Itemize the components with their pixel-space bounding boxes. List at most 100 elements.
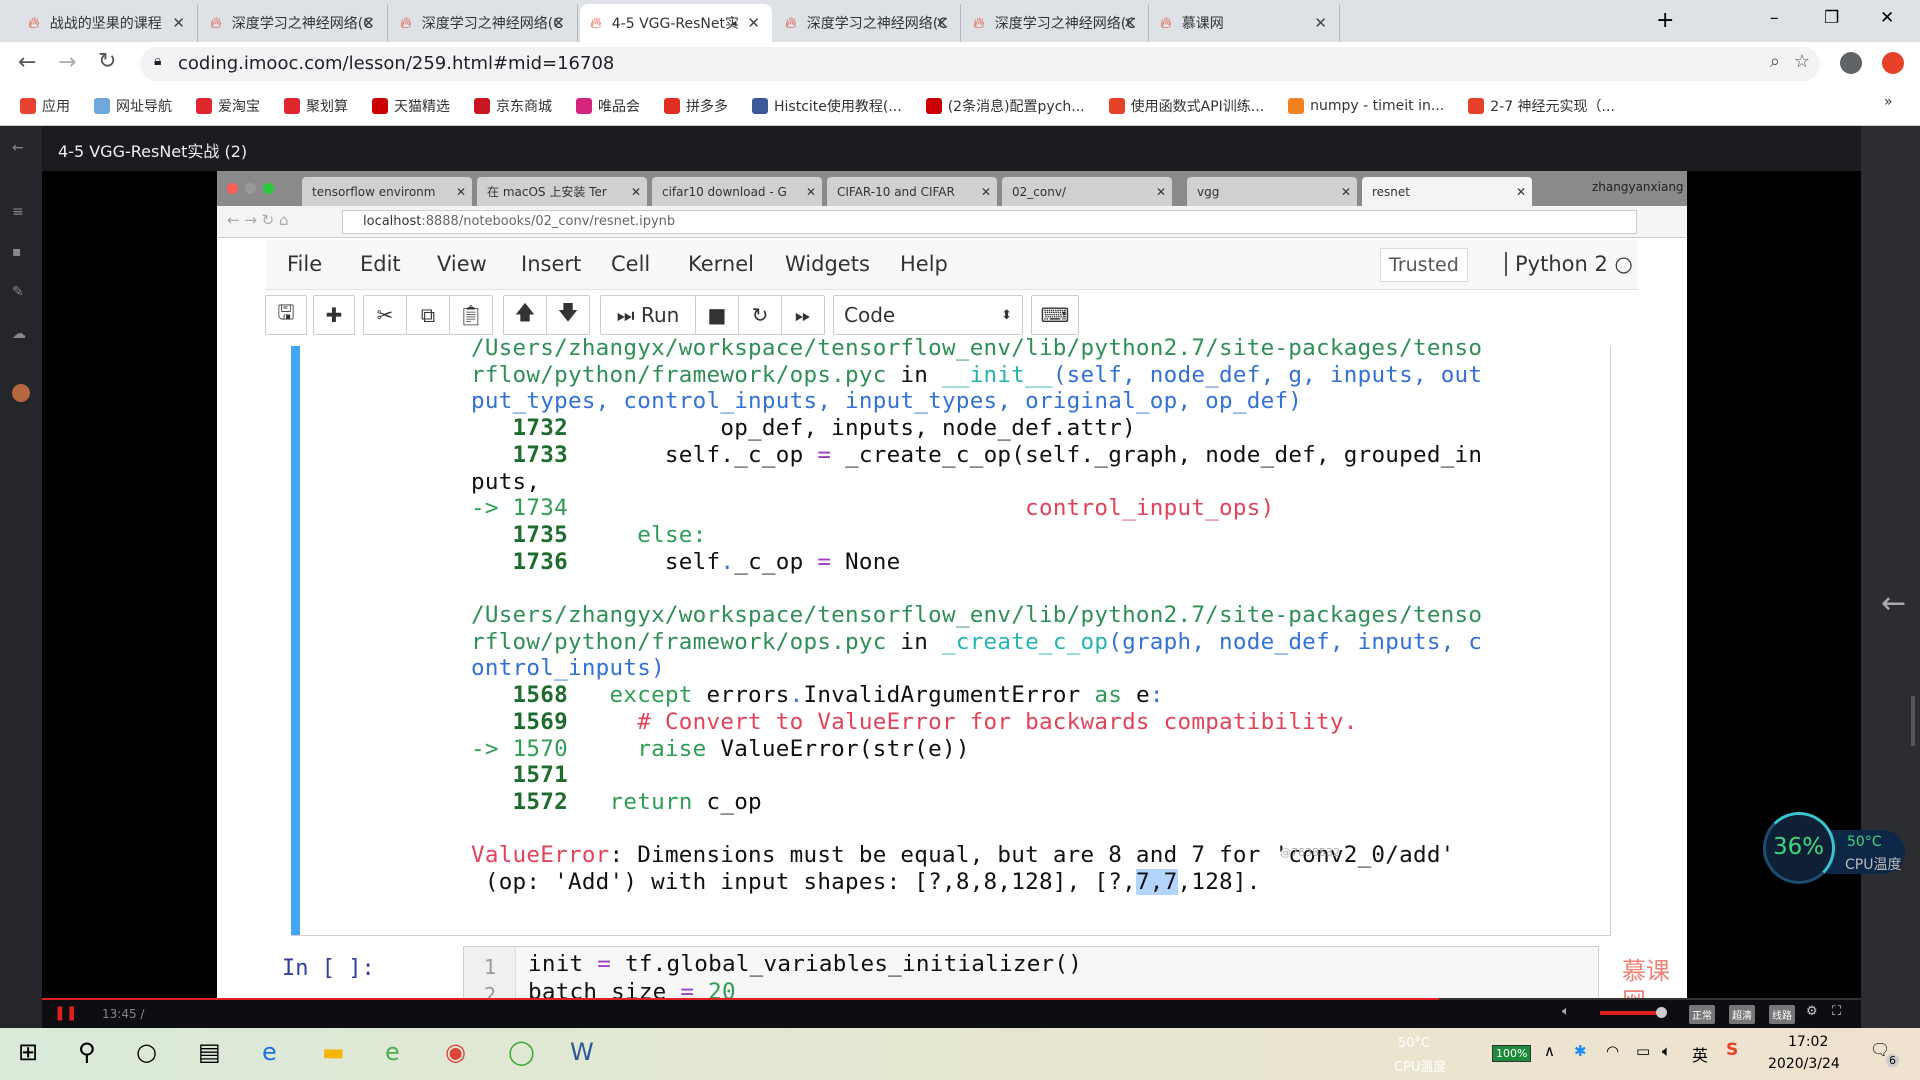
- app-ring-icon[interactable]: ◯: [508, 1038, 535, 1066]
- code-cell-input[interactable]: 1 2 init = tf.global_variables_initializer…: [463, 946, 1599, 998]
- video-control-button[interactable]: 超清: [1729, 1005, 1755, 1024]
- volume-handle[interactable]: [1656, 1007, 1667, 1018]
- forward-icon[interactable]: →: [58, 50, 76, 75]
- restore-button[interactable]: ❐: [1824, 8, 1839, 28]
- bookmark-item[interactable]: 唯品会: [576, 96, 640, 116]
- menu-edit[interactable]: Edit: [360, 252, 401, 276]
- menu-insert[interactable]: Insert: [521, 252, 581, 276]
- battery-indicator[interactable]: 100%: [1492, 1045, 1532, 1062]
- interrupt-button[interactable]: ■: [695, 295, 739, 335]
- close-tab-icon[interactable]: ✕: [1123, 14, 1136, 32]
- url-input[interactable]: 🔒︎ coding.imooc.com/lesson/259.html#mid=…: [140, 47, 1820, 81]
- expand-arrow-icon[interactable]: ←: [1881, 586, 1906, 621]
- bookmark-item[interactable]: 使用函数式API训练...: [1108, 96, 1264, 116]
- bookmark-item[interactable]: 爱淘宝: [196, 96, 260, 116]
- pause-icon[interactable]: ❚❚: [54, 1005, 77, 1021]
- browser-tab[interactable]: 🔥︎ 深度学习之神经网络(C ✕: [963, 4, 1149, 42]
- restart-button[interactable]: ↻: [738, 295, 782, 335]
- browser-tab[interactable]: 🔥︎ 慕课网 ✕: [1150, 4, 1340, 42]
- bluetooth-icon[interactable]: ✱: [1574, 1042, 1587, 1060]
- scrollbar[interactable]: [1911, 696, 1915, 746]
- video-control-button[interactable]: 正常: [1689, 1005, 1715, 1024]
- browser-tab[interactable]: 🔥︎ 战战的坚果的课程 ✕: [18, 4, 198, 42]
- bookmark-item[interactable]: 聚划算: [284, 96, 348, 116]
- volume-slider[interactable]: [1600, 1011, 1662, 1015]
- bookmark-item[interactable]: 2-7 神经元实现（...: [1468, 96, 1615, 116]
- run-button[interactable]: ⏭︎ Run: [600, 295, 696, 335]
- restart-run-all-button[interactable]: ⏩︎: [781, 295, 825, 335]
- menu-kernel[interactable]: Kernel: [688, 252, 754, 276]
- list-icon[interactable]: ≡: [12, 204, 24, 220]
- word-icon[interactable]: W: [570, 1038, 594, 1066]
- bookmark-item[interactable]: 拼多多: [664, 96, 728, 116]
- menu-view[interactable]: View: [437, 252, 487, 276]
- reload-icon[interactable]: ↻: [98, 49, 116, 74]
- close-tab-icon[interactable]: ✕: [935, 14, 948, 32]
- paste-button[interactable]: 📋︎: [449, 295, 493, 335]
- fullscreen-icon[interactable]: ⛶: [1832, 1004, 1841, 1019]
- search-icon[interactable]: ⚲: [78, 1038, 96, 1066]
- close-window-button[interactable]: ✕: [1880, 8, 1894, 28]
- bookmark-item[interactable]: 网址导航: [94, 96, 172, 116]
- profile-icon[interactable]: [1840, 52, 1862, 74]
- zoom-icon[interactable]: ⌕: [1770, 51, 1780, 72]
- windows-start-icon[interactable]: ⊞: [18, 1038, 38, 1066]
- back-icon[interactable]: ←: [18, 50, 36, 75]
- clock-date[interactable]: 2020/3/24: [1768, 1056, 1840, 1072]
- bookmark-item[interactable]: 京东商城: [474, 96, 552, 116]
- menu-help[interactable]: Help: [900, 252, 948, 276]
- bookmark-item[interactable]: (2条消息)配置pych...: [925, 96, 1085, 116]
- power-icon[interactable]: ▭: [1636, 1042, 1650, 1060]
- avatar[interactable]: [12, 384, 30, 402]
- code-line[interactable]: init = tf.global_variables_initializer(): [528, 951, 1082, 978]
- star-icon[interactable]: ☆: [1794, 51, 1810, 72]
- update-icon[interactable]: [1882, 52, 1904, 74]
- pencil-icon[interactable]: ✎: [12, 284, 24, 300]
- bookmark-item[interactable]: numpy - timeit in...: [1288, 97, 1444, 114]
- command-palette-button[interactable]: ⌨: [1031, 295, 1079, 335]
- video-control-button[interactable]: 线路: [1769, 1005, 1795, 1024]
- bookmark-item[interactable]: Histcite使用教程(...: [752, 96, 902, 116]
- task-view-icon[interactable]: ▤: [198, 1038, 221, 1066]
- note-icon[interactable]: ▪: [12, 244, 22, 260]
- close-tab-icon[interactable]: ✕: [1314, 14, 1327, 32]
- cell-type-select[interactable]: Code ⬍: [833, 295, 1023, 335]
- ime-indicator[interactable]: 英: [1692, 1042, 1708, 1066]
- tray-expand-icon[interactable]: ∧: [1544, 1042, 1555, 1060]
- bookmarks-more-button[interactable]: »: [1884, 94, 1893, 110]
- audio-icon[interactable]: 🔈︎: [733, 16, 740, 31]
- cpu-widget[interactable]: 36% 50°C CPU温度: [1763, 812, 1908, 884]
- insert-cell-button[interactable]: ✚: [313, 295, 355, 335]
- back-arrow-icon[interactable]: ←: [12, 140, 24, 156]
- settings-icon[interactable]: ⚙: [1806, 1004, 1818, 1019]
- copy-button[interactable]: ⧉: [406, 295, 450, 335]
- ie-browser-icon[interactable]: e: [385, 1038, 400, 1066]
- move-down-button[interactable]: 🡇: [546, 295, 590, 335]
- clock-time[interactable]: 17:02: [1788, 1034, 1828, 1050]
- cloud-icon[interactable]: ☁: [12, 326, 26, 342]
- close-tab-icon[interactable]: ✕: [172, 14, 185, 32]
- cut-button[interactable]: ✂: [363, 295, 407, 335]
- browser-tab[interactable]: 🔥︎ 深度学习之神经网络(C ✕: [390, 4, 578, 42]
- minimize-button[interactable]: –: [1770, 8, 1779, 28]
- menu-file[interactable]: File: [287, 252, 322, 276]
- save-button[interactable]: 🖫: [265, 295, 307, 335]
- close-tab-icon[interactable]: ✕: [552, 14, 565, 32]
- close-tab-icon[interactable]: ✕: [747, 14, 760, 32]
- browser-tab[interactable]: 🔥︎ 4-5 VGG-ResNet实 🔈︎ ✕: [580, 4, 772, 42]
- wifi-icon[interactable]: ◠: [1606, 1042, 1619, 1060]
- browser-tab[interactable]: 🔥︎ 深度学习之神经网络(C ✕: [200, 4, 388, 42]
- sogou-icon[interactable]: S: [1726, 1040, 1738, 1060]
- bookmark-item[interactable]: 天猫精选: [372, 96, 450, 116]
- menu-widgets[interactable]: Widgets: [785, 252, 870, 276]
- edge-icon[interactable]: e: [262, 1038, 277, 1066]
- move-up-button[interactable]: 🡅: [503, 295, 547, 335]
- code-line[interactable]: batch_size = 20: [528, 979, 736, 998]
- new-tab-button[interactable]: +: [1656, 8, 1674, 33]
- close-tab-icon[interactable]: ✕: [362, 14, 375, 32]
- menu-cell[interactable]: Cell: [611, 252, 650, 276]
- chrome-icon[interactable]: ◉: [445, 1038, 466, 1066]
- speaker-icon[interactable]: 🔈︎: [1662, 1042, 1671, 1060]
- volume-icon[interactable]: 🔈︎: [1562, 1004, 1570, 1019]
- browser-tab[interactable]: 🔥︎ 深度学习之神经网络(C ✕: [775, 4, 961, 42]
